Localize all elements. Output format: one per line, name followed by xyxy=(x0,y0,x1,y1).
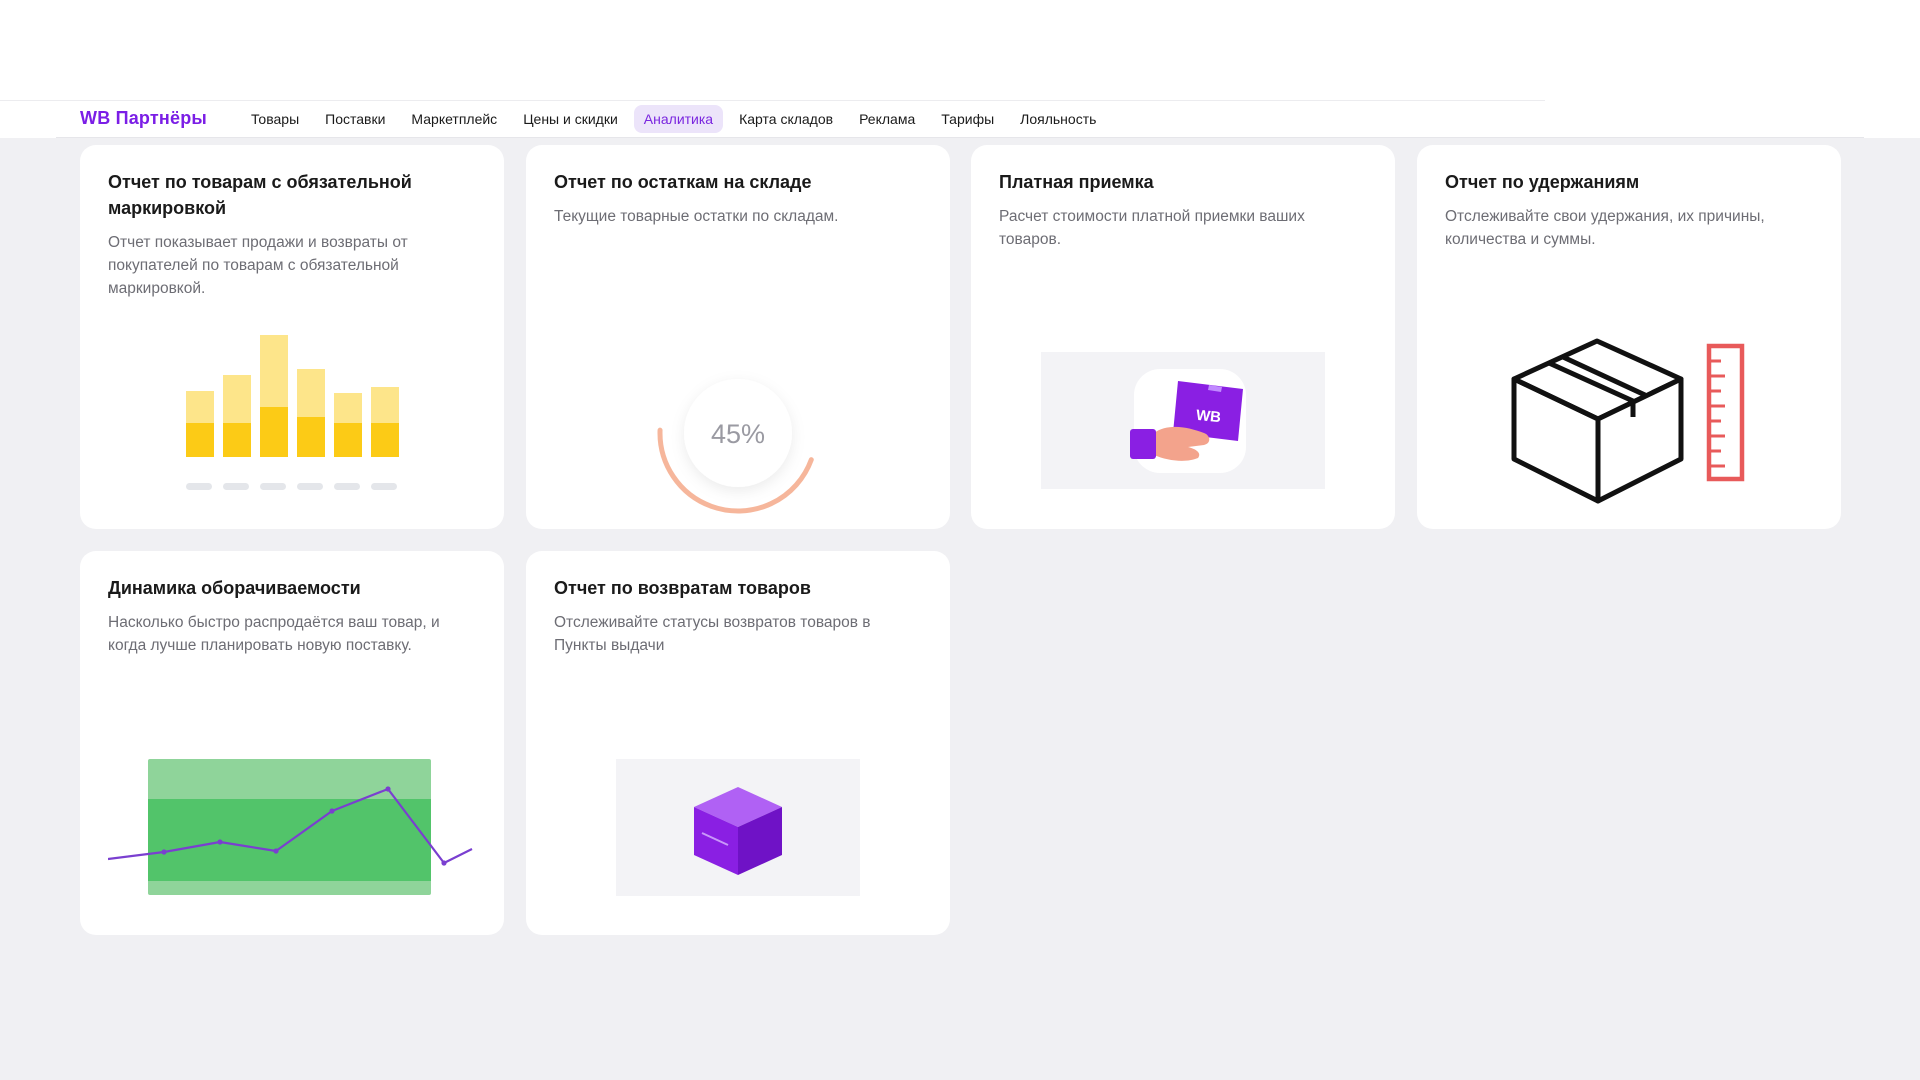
box-and-ruler-icon xyxy=(1511,338,1745,504)
hand-with-box-icon: WB xyxy=(1130,369,1246,473)
card-description: Отслеживайте статусы возвратов товаров в… xyxy=(554,614,871,654)
nav-item-postavki[interactable]: Поставки xyxy=(315,105,395,133)
line-chart-illustration xyxy=(108,759,473,895)
card-title: Отчет по удержаниям xyxy=(1445,172,1640,192)
progress-ring-illustration: 45% xyxy=(657,352,819,514)
card-title: Платная приемка xyxy=(999,172,1154,192)
report-card-paid-acceptance[interactable]: Платная приемка Расчет стоимости платной… xyxy=(971,145,1395,529)
main-nav: Товары Поставки Маркетплейс Цены и скидк… xyxy=(241,104,1112,133)
box-label: WB xyxy=(1195,407,1222,427)
report-card-marking[interactable]: Отчет по товарам с обязательной маркиров… xyxy=(80,145,504,529)
nav-item-loyalty[interactable]: Лояльность xyxy=(1010,105,1106,133)
nav-item-tovary[interactable]: Товары xyxy=(241,105,309,133)
nav-item-advertising[interactable]: Реклама xyxy=(849,105,925,133)
card-description: Текущие товарные остатки по складам. xyxy=(554,208,839,225)
return-box-icon xyxy=(694,787,782,875)
nav-item-tariffs[interactable]: Тарифы xyxy=(931,105,1004,133)
header-bottom-border xyxy=(56,137,1864,138)
card-description: Отчет показывает продажи и возвраты от п… xyxy=(108,234,408,297)
card-title: Отчет по товарам с обязательной маркиров… xyxy=(108,172,412,218)
report-card-deductions[interactable]: Отчет по удержаниям Отслеживайте свои уд… xyxy=(1417,145,1841,529)
report-card-stock[interactable]: Отчет по остаткам на складе Текущие това… xyxy=(526,145,950,529)
report-card-returns[interactable]: Отчет по возвратам товаров Отслеживайте … xyxy=(526,551,950,935)
card-title: Динамика оборачиваемости xyxy=(108,578,361,598)
card-description: Расчет стоимости платной приемки ваших т… xyxy=(999,208,1305,248)
nav-item-analytics[interactable]: Аналитика xyxy=(633,104,724,133)
brand-logo[interactable]: WB Партнёры xyxy=(80,108,207,129)
progress-percent-label: 45% xyxy=(711,419,765,449)
card-description: Отслеживайте свои удержания, их причины,… xyxy=(1445,208,1765,248)
card-title: Отчет по возвратам товаров xyxy=(554,578,811,598)
card-title: Отчет по остаткам на складе xyxy=(554,172,812,192)
nav-item-prices[interactable]: Цены и скидки xyxy=(513,105,628,133)
nav-item-warehouse-map[interactable]: Карта складов xyxy=(729,105,843,133)
bar-chart-illustration xyxy=(186,335,399,490)
nav-item-marketplace[interactable]: Маркетплейс xyxy=(401,105,507,133)
report-card-turnover[interactable]: Динамика оборачиваемости Насколько быстр… xyxy=(80,551,504,935)
card-description: Насколько быстро распродаётся ваш товар,… xyxy=(108,614,440,654)
top-navigation-bar: WB Партнёры Товары Поставки Маркетплейс … xyxy=(56,100,1546,137)
